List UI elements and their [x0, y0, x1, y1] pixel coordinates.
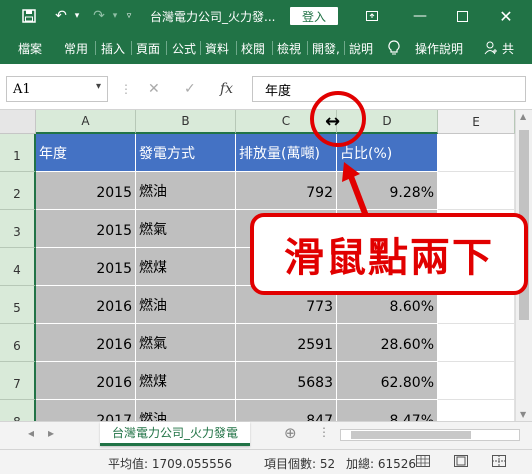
- tell-me-search[interactable]: 操作說明: [415, 32, 463, 64]
- scroll-up-icon[interactable]: ▲: [520, 112, 526, 121]
- tab-formulas[interactable]: 公式: [172, 32, 196, 64]
- table-cell[interactable]: 2015: [36, 248, 136, 286]
- tab-file[interactable]: 檔案: [18, 32, 42, 64]
- name-box-dropdown-icon[interactable]: ▾: [96, 81, 101, 92]
- table-cell[interactable]: 燃氣: [136, 210, 236, 248]
- next-sheet-icon[interactable]: ▸: [48, 426, 54, 440]
- tab-data[interactable]: 資料: [205, 32, 229, 64]
- table-cell[interactable]: 燃油: [136, 172, 236, 210]
- undo-dropdown-icon[interactable]: ▾: [72, 0, 82, 32]
- name-box[interactable]: A1 ▾: [6, 76, 108, 102]
- column-header-a[interactable]: A: [36, 110, 136, 134]
- scroll-down-icon[interactable]: ▼: [520, 410, 526, 419]
- column-resize-cursor-icon: ↔: [325, 111, 341, 132]
- add-sheet-button[interactable]: ⊕: [284, 424, 297, 442]
- tab-developer[interactable]: 開發,: [312, 32, 340, 64]
- signin-button[interactable]: 登入: [290, 7, 338, 25]
- more-icon: ⋮: [120, 82, 132, 96]
- row-header-1[interactable]: 1: [0, 134, 36, 172]
- enter-icon[interactable]: ✓: [184, 76, 196, 102]
- table-cell[interactable]: 8.47%: [337, 400, 438, 421]
- page-break-view-icon[interactable]: [492, 455, 506, 470]
- tab-review[interactable]: 校閱: [241, 32, 265, 64]
- undo-icon[interactable]: ↶: [50, 0, 72, 32]
- tab-view[interactable]: 檢視: [277, 32, 301, 64]
- table-cell[interactable]: [438, 324, 515, 362]
- page-layout-view-icon[interactable]: [454, 455, 468, 470]
- tab-insert[interactable]: 插入: [101, 32, 125, 64]
- annotation-arrow-icon: [342, 162, 369, 218]
- row-header-5[interactable]: 5: [0, 286, 36, 324]
- table-cell[interactable]: 792: [236, 172, 337, 210]
- sheet-tab-active[interactable]: 台灣電力公司_火力發電: [100, 422, 250, 446]
- column-header-b[interactable]: B: [136, 110, 236, 134]
- prev-sheet-icon[interactable]: ◂: [28, 426, 34, 440]
- window-title: 台灣電力公司_火力發...: [150, 10, 276, 24]
- table-cell[interactable]: 燃煤: [136, 362, 236, 400]
- table-cell[interactable]: 2016: [36, 286, 136, 324]
- table-cell[interactable]: 2017: [36, 400, 136, 421]
- annotation-callout: 滑鼠點兩下: [250, 213, 528, 295]
- header-cell-method[interactable]: 發電方式: [136, 134, 236, 172]
- table-cell[interactable]: 2015: [36, 210, 136, 248]
- ribbon-tabs: 檔案 常用 插入 頁面 公式 資料 校閱 檢視 開發, 說明 操作說明 共: [0, 32, 532, 64]
- status-bar: 平均值: 1709.055556 項目個數: 52 加總: 61526: [0, 449, 532, 474]
- table-cell[interactable]: 5683: [236, 362, 337, 400]
- table-cell[interactable]: 62.80%: [337, 362, 438, 400]
- table-cell[interactable]: 847: [236, 400, 337, 421]
- table-cell[interactable]: [438, 134, 515, 172]
- insert-function-icon[interactable]: fx: [220, 76, 233, 102]
- table-cell[interactable]: [438, 400, 515, 421]
- redo-icon[interactable]: ↷: [88, 0, 110, 32]
- header-cell-year[interactable]: 年度: [36, 134, 136, 172]
- tab-split-icon[interactable]: ⋮: [318, 425, 330, 439]
- ribbon-display-options-icon[interactable]: [360, 0, 384, 32]
- title-bar: ↶ ▾ ↷ ▾ ▿ 台灣電力公司_火力發... 登入 — ✕: [0, 0, 532, 32]
- share-user-icon[interactable]: [484, 32, 498, 64]
- table-cell[interactable]: 2015: [36, 172, 136, 210]
- table-cell[interactable]: 燃氣: [136, 324, 236, 362]
- excel-window: ↶ ▾ ↷ ▾ ▿ 台灣電力公司_火力發... 登入 — ✕ 檔案 常用 插入 …: [0, 0, 532, 474]
- tab-help[interactable]: 說明: [349, 32, 373, 64]
- row-header-2[interactable]: 2: [0, 172, 36, 210]
- table-cell[interactable]: [438, 362, 515, 400]
- column-header-e[interactable]: E: [438, 110, 515, 134]
- table-cell[interactable]: 2016: [36, 362, 136, 400]
- status-sum: 加總: 61526: [346, 457, 417, 471]
- row-header-4[interactable]: 4: [0, 248, 36, 286]
- row-header-6[interactable]: 6: [0, 324, 36, 362]
- table-cell[interactable]: 燃油: [136, 286, 236, 324]
- minimize-icon[interactable]: —: [408, 0, 432, 32]
- table-cell[interactable]: 2016: [36, 324, 136, 362]
- tab-page-layout[interactable]: 頁面: [136, 32, 160, 64]
- tab-home[interactable]: 常用: [64, 32, 88, 64]
- share-button[interactable]: 共: [502, 32, 514, 64]
- row-header-8[interactable]: 8: [0, 400, 36, 421]
- normal-view-icon[interactable]: [416, 455, 430, 470]
- horizontal-scrollbar-thumb[interactable]: [351, 431, 471, 439]
- name-box-value: A1: [13, 81, 31, 97]
- formula-input[interactable]: 年度: [252, 76, 526, 102]
- row-header-3[interactable]: 3: [0, 210, 36, 248]
- formula-bar: A1 ▾ ⋮ ✕ ✓ fx 年度: [0, 64, 532, 110]
- save-icon[interactable]: [18, 0, 40, 32]
- redo-dropdown-icon[interactable]: ▾: [110, 0, 120, 32]
- customize-qat-icon[interactable]: ▿: [122, 0, 136, 32]
- maximize-icon[interactable]: [450, 0, 474, 32]
- table-cell[interactable]: 2591: [236, 324, 337, 362]
- row-header-7[interactable]: 7: [0, 362, 36, 400]
- lightbulb-icon[interactable]: [388, 32, 400, 64]
- status-count: 項目個數: 52: [264, 457, 336, 471]
- table-cell[interactable]: 燃油: [136, 400, 236, 421]
- cancel-icon[interactable]: ✕: [148, 76, 160, 102]
- table-cell[interactable]: 28.60%: [337, 324, 438, 362]
- sheet-tab-bar: ◂ ▸ 台灣電力公司_火力發電 ⊕ ⋮: [0, 421, 532, 449]
- horizontal-scrollbar[interactable]: [340, 429, 520, 441]
- close-icon[interactable]: ✕: [494, 0, 518, 32]
- select-all-button[interactable]: [0, 110, 36, 134]
- status-average: 平均值: 1709.055556: [108, 457, 233, 471]
- table-cell[interactable]: [438, 172, 515, 210]
- table-cell[interactable]: 燃煤: [136, 248, 236, 286]
